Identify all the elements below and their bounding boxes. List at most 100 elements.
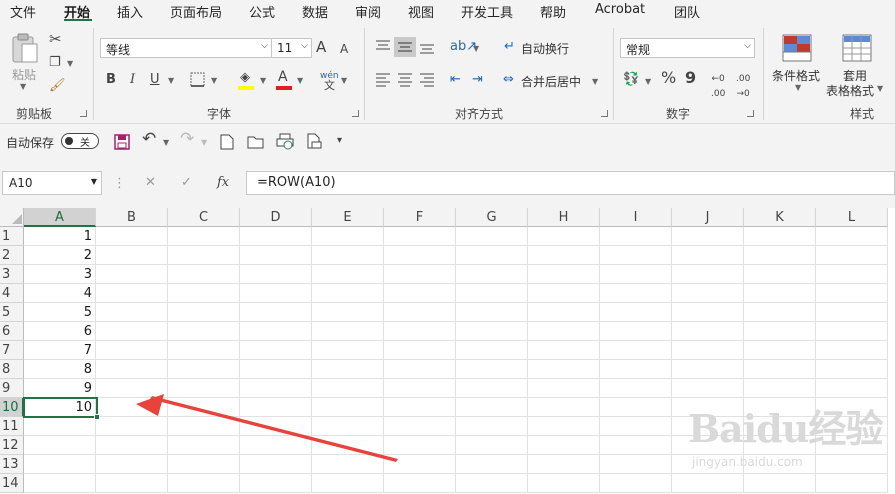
cell-b8[interactable] <box>96 360 168 379</box>
conditional-formatting-button[interactable]: 条件格式 <box>772 67 820 84</box>
row-header-5[interactable]: 5 <box>0 303 24 322</box>
cell-e12[interactable] <box>312 436 384 455</box>
cell-e5[interactable] <box>312 303 384 322</box>
column-header-l[interactable]: L <box>816 208 888 227</box>
new-file-icon[interactable] <box>220 134 234 150</box>
cell-g12[interactable] <box>456 436 528 455</box>
cell-e13[interactable] <box>312 455 384 474</box>
cell-j6[interactable] <box>672 322 744 341</box>
cell-f6[interactable] <box>384 322 456 341</box>
cell-a10[interactable]: 10 <box>24 398 96 417</box>
cell-f10[interactable] <box>384 398 456 417</box>
cell-g8[interactable] <box>456 360 528 379</box>
menu-insert[interactable]: 插入 <box>117 2 143 21</box>
format-as-table-label-2[interactable]: 表格格式 <box>826 82 874 99</box>
format-as-table-icon[interactable] <box>842 34 872 62</box>
number-format-select[interactable]: 常规 ⌵ <box>620 38 755 58</box>
cell-b7[interactable] <box>96 341 168 360</box>
increase-decimal-icon[interactable]: ←0.00 <box>711 72 725 102</box>
cell-b10[interactable] <box>96 398 168 417</box>
cell-j2[interactable] <box>672 246 744 265</box>
cell-f12[interactable] <box>384 436 456 455</box>
cell-i10[interactable] <box>600 398 672 417</box>
cell-i7[interactable] <box>600 341 672 360</box>
clipboard-launcher-icon[interactable] <box>80 110 87 117</box>
number-launcher-icon[interactable] <box>747 110 754 117</box>
cell-e6[interactable] <box>312 322 384 341</box>
bold-button[interactable]: B <box>106 72 116 87</box>
cell-g9[interactable] <box>456 379 528 398</box>
wrap-text-button[interactable]: 自动换行 <box>521 40 569 57</box>
column-header-i[interactable]: I <box>600 208 672 227</box>
row-header-2[interactable]: 2 <box>0 246 24 265</box>
cell-a9[interactable]: 9 <box>24 379 96 398</box>
cell-e7[interactable] <box>312 341 384 360</box>
cell-h10[interactable] <box>528 398 600 417</box>
alignment-launcher-icon[interactable] <box>601 110 608 117</box>
menu-file[interactable]: 文件 <box>10 2 36 21</box>
cell-b13[interactable] <box>96 455 168 474</box>
column-header-b[interactable]: B <box>96 208 168 227</box>
cell-l9[interactable] <box>816 379 888 398</box>
align-top-icon[interactable] <box>375 40 391 54</box>
cell-d5[interactable] <box>240 303 312 322</box>
cell-c7[interactable] <box>168 341 240 360</box>
cell-d6[interactable] <box>240 322 312 341</box>
cell-h8[interactable] <box>528 360 600 379</box>
cell-c13[interactable] <box>168 455 240 474</box>
cell-c12[interactable] <box>168 436 240 455</box>
cell-i5[interactable] <box>600 303 672 322</box>
cell-e11[interactable] <box>312 417 384 436</box>
cell-g3[interactable] <box>456 265 528 284</box>
cell-b11[interactable] <box>96 417 168 436</box>
cell-d4[interactable] <box>240 284 312 303</box>
menu-page-layout[interactable]: 页面布局 <box>170 2 222 21</box>
copy-dropdown-icon[interactable]: ▼ <box>67 59 73 68</box>
decrease-decimal-icon[interactable]: .00 →0 <box>736 72 750 102</box>
cell-i2[interactable] <box>600 246 672 265</box>
shrink-font-icon[interactable]: A <box>340 42 348 57</box>
row-header-12[interactable]: 12 <box>0 436 24 455</box>
cell-h12[interactable] <box>528 436 600 455</box>
conditional-dropdown-icon[interactable]: ▼ <box>795 83 801 92</box>
cell-i1[interactable] <box>600 227 672 246</box>
cell-e10[interactable] <box>312 398 384 417</box>
cell-f7[interactable] <box>384 341 456 360</box>
menu-view[interactable]: 视图 <box>408 2 434 21</box>
cell-b2[interactable] <box>96 246 168 265</box>
font-color-dropdown-icon[interactable]: ▼ <box>297 76 303 85</box>
paste-label[interactable]: 粘贴 <box>12 66 36 83</box>
cell-e4[interactable] <box>312 284 384 303</box>
cell-a6[interactable]: 6 <box>24 322 96 341</box>
cell-h13[interactable] <box>528 455 600 474</box>
cell-b4[interactable] <box>96 284 168 303</box>
undo-dropdown-icon[interactable]: ▼ <box>163 138 169 147</box>
font-color-icon[interactable]: A <box>278 70 288 85</box>
column-header-d[interactable]: D <box>240 208 312 227</box>
fill-color-icon[interactable]: ◈ <box>240 70 250 85</box>
insert-function-icon[interactable]: fx <box>217 175 229 190</box>
font-size-select[interactable]: 11 ⌵ <box>271 38 312 58</box>
name-box[interactable]: A10 ▼ <box>2 171 102 195</box>
cell-e2[interactable] <box>312 246 384 265</box>
cell-i11[interactable] <box>600 417 672 436</box>
row-header-14[interactable]: 14 <box>0 474 24 493</box>
redo-dropdown-icon[interactable]: ▼ <box>201 138 207 147</box>
cell-i14[interactable] <box>600 474 672 493</box>
percent-style-icon[interactable]: % <box>661 70 676 86</box>
cell-h14[interactable] <box>528 474 600 493</box>
cell-i4[interactable] <box>600 284 672 303</box>
cell-e3[interactable] <box>312 265 384 284</box>
row-header-6[interactable]: 6 <box>0 322 24 341</box>
menu-team[interactable]: 团队 <box>674 2 700 21</box>
column-header-k[interactable]: K <box>744 208 816 227</box>
align-center-icon[interactable] <box>397 73 413 87</box>
column-header-c[interactable]: C <box>168 208 240 227</box>
cell-b12[interactable] <box>96 436 168 455</box>
cell-l5[interactable] <box>816 303 888 322</box>
cancel-icon[interactable]: ✕ <box>145 175 156 190</box>
cell-f14[interactable] <box>384 474 456 493</box>
row-header-8[interactable]: 8 <box>0 360 24 379</box>
row-header-4[interactable]: 4 <box>0 284 24 303</box>
cell-g10[interactable] <box>456 398 528 417</box>
